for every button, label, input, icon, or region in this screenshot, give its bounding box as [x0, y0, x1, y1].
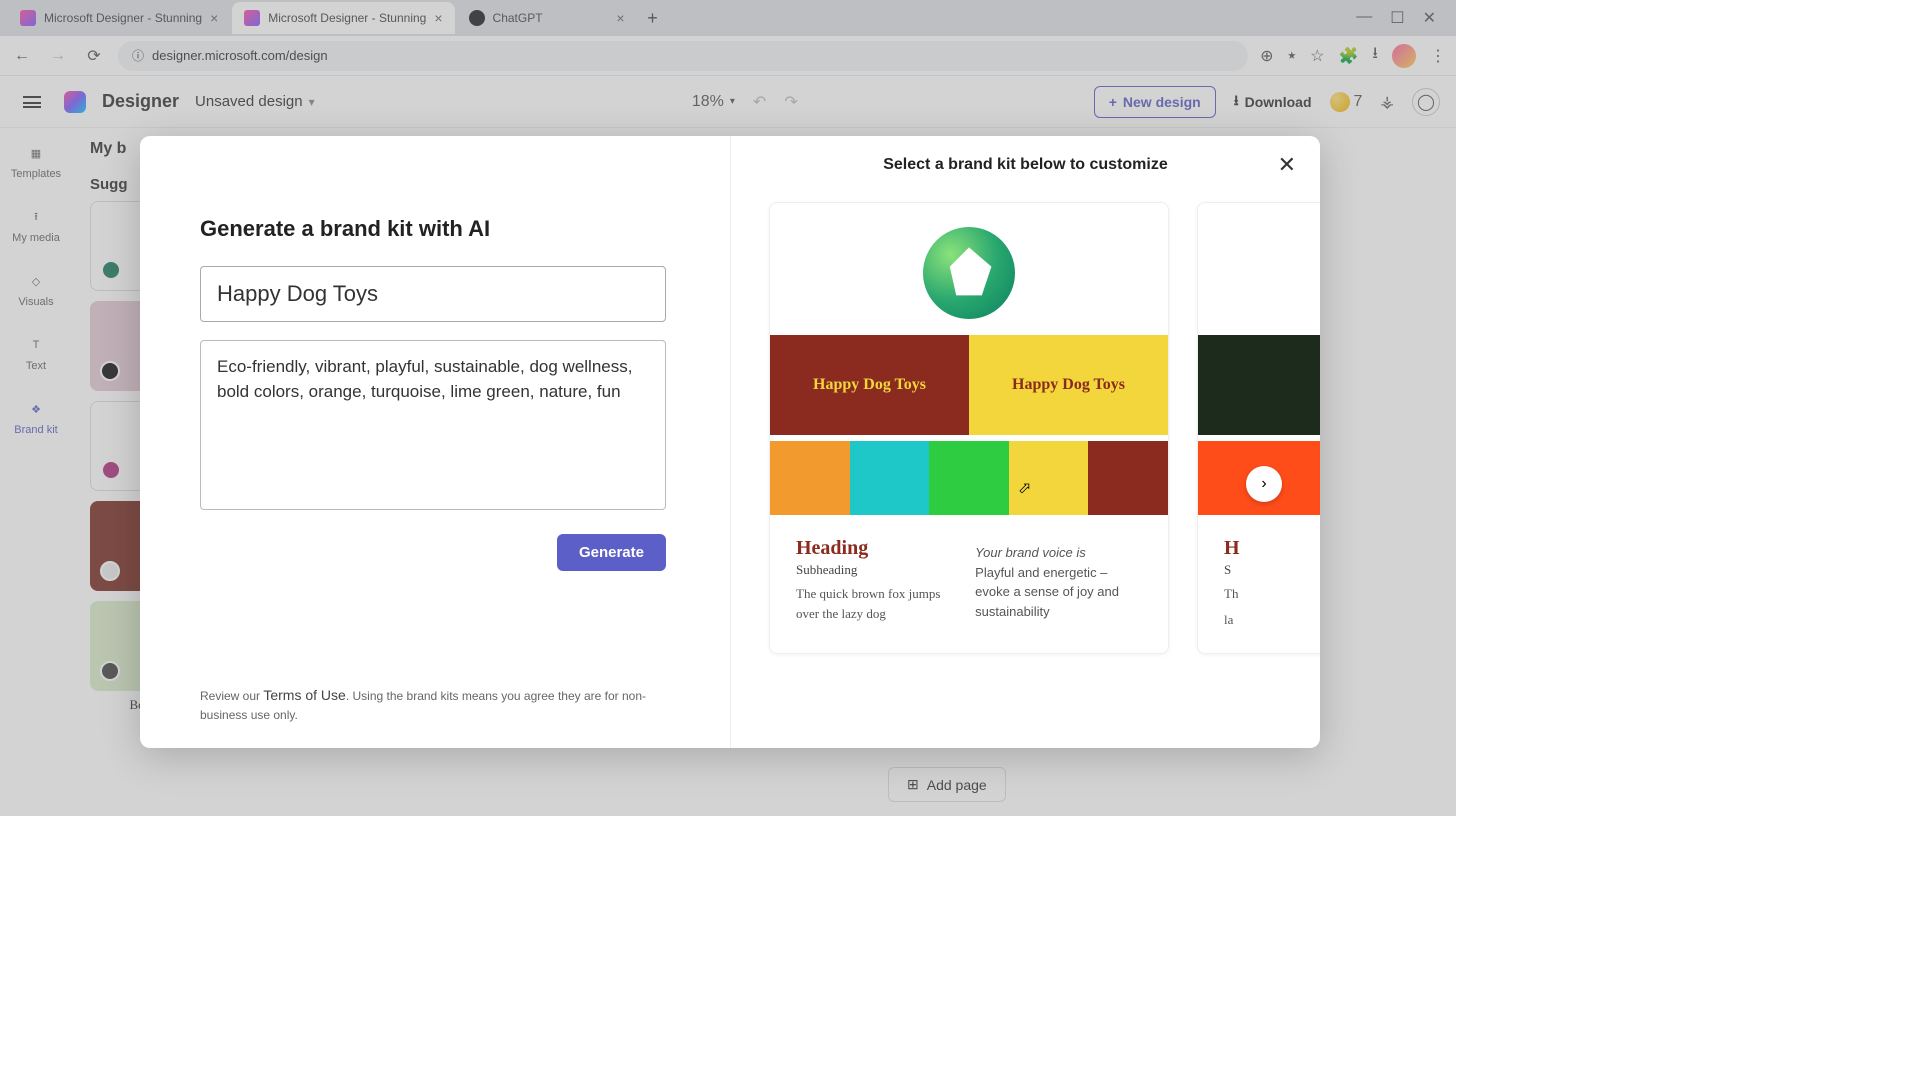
voice-body: Playful and energetic – evoke a sense of… — [975, 563, 1142, 622]
kit-banners: H — [1198, 335, 1320, 435]
sample-heading: Heading — [796, 537, 955, 560]
brand-kit-modal: Generate a brand kit with AI Eco-friendl… — [140, 136, 1320, 748]
color-chip — [1009, 441, 1089, 515]
chevron-right-icon: › — [1261, 475, 1266, 493]
sample-subheading: Subheading — [796, 562, 955, 578]
color-chip — [929, 441, 1009, 515]
banner-secondary: Happy Dog Toys — [969, 335, 1168, 435]
kit-typography: Heading Subheading The quick brown fox j… — [770, 515, 1168, 623]
terms-prefix: Review our — [200, 689, 263, 703]
modal-title: Generate a brand kit with AI — [200, 216, 666, 242]
modal-left-panel: Generate a brand kit with AI Eco-friendl… — [140, 136, 730, 748]
banner-primary: H — [1198, 335, 1320, 435]
brand-name-input[interactable] — [200, 266, 666, 322]
color-chip — [850, 441, 930, 515]
color-chip — [770, 441, 850, 515]
sample-heading: H — [1224, 537, 1240, 560]
terms-text: Review our Terms of Use. Using the brand… — [200, 685, 666, 724]
kit-banners: Happy Dog Toys Happy Dog Toys — [770, 335, 1168, 435]
sample-subheading: S — [1224, 562, 1240, 578]
sample-body: Th — [1224, 584, 1240, 604]
brand-kit-card[interactable]: H H S Th la — [1197, 202, 1320, 654]
brand-kit-card[interactable]: Happy Dog Toys Happy Dog Toys Heading Su… — [769, 202, 1169, 654]
kit-carousel[interactable]: Happy Dog Toys Happy Dog Toys Heading Su… — [731, 202, 1320, 654]
kit-selector-title: Select a brand kit below to customize — [731, 156, 1320, 174]
generate-button[interactable]: Generate — [557, 534, 666, 571]
carousel-next-button[interactable]: › — [1246, 466, 1282, 502]
voice-label: Your brand voice is — [975, 543, 1142, 563]
kit-logo — [923, 227, 1015, 319]
color-chip — [1088, 441, 1168, 515]
modal-right-panel: ✕ Select a brand kit below to customize … — [730, 136, 1320, 748]
terms-link[interactable]: Terms of Use — [263, 687, 345, 703]
color-palette — [770, 441, 1168, 515]
brand-description-input[interactable]: Eco-friendly, vibrant, playful, sustaina… — [200, 340, 666, 510]
sample-body: The quick brown fox jumps over the lazy … — [796, 584, 955, 623]
sample-body: la — [1224, 610, 1240, 630]
banner-primary: Happy Dog Toys — [770, 335, 969, 435]
kit-typography: H S Th la — [1198, 515, 1320, 629]
close-modal-button[interactable]: ✕ — [1278, 152, 1296, 178]
